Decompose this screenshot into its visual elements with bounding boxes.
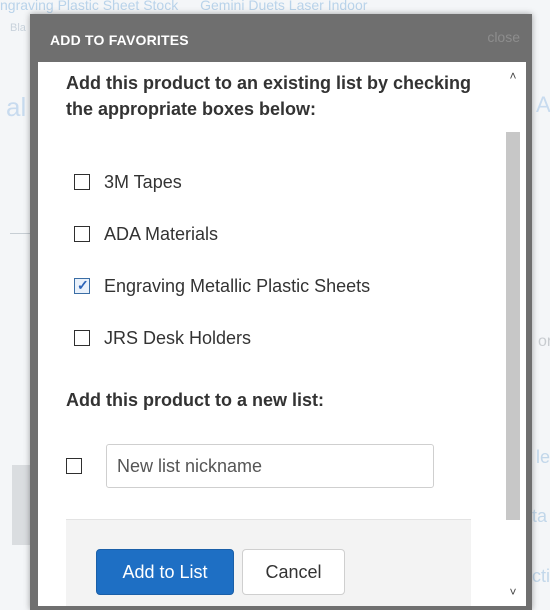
dialog-title: ADD TO FAVORITES: [50, 32, 189, 48]
background-breadcrumb-item[interactable]: ngraving Plastic Sheet Stock: [0, 0, 178, 13]
background-text-fragment: or: [538, 333, 550, 350]
list-checkbox[interactable]: [74, 226, 90, 242]
dialog-footer: Add to List Cancel: [66, 519, 471, 606]
add-to-list-button[interactable]: Add to List: [96, 549, 234, 595]
intro-text: Add this product to an existing list by …: [66, 73, 472, 119]
new-list-row: [66, 444, 434, 488]
list-checkbox-checked[interactable]: ✓: [74, 277, 90, 294]
background-breadcrumb-item[interactable]: Gemini Duets Laser Indoor: [200, 0, 367, 13]
list-item-3m-tapes[interactable]: 3M Tapes: [74, 170, 182, 194]
dialog-content[interactable]: Add this product to an existing list by …: [38, 62, 526, 606]
list-checkbox[interactable]: [74, 330, 90, 346]
close-button[interactable]: close: [487, 29, 520, 45]
add-to-favorites-dialog: ADD TO FAVORITES close Add this product …: [30, 14, 532, 610]
new-list-heading: Add this product to a new list:: [66, 390, 324, 410]
chevron-down-icon[interactable]: ˅: [506, 584, 520, 600]
cancel-button[interactable]: Cancel: [242, 549, 345, 595]
scrollbar[interactable]: ˄ ˅: [502, 64, 524, 604]
background-link-fragment: ta: [532, 506, 548, 526]
list-label[interactable]: Engraving Metallic Plastic Sheets: [104, 276, 370, 297]
list-checkbox[interactable]: [74, 174, 90, 190]
list-label[interactable]: JRS Desk Holders: [104, 328, 251, 349]
list-label[interactable]: ADA Materials: [104, 224, 218, 245]
list-item-jrs-desk-holders[interactable]: JRS Desk Holders: [74, 326, 251, 350]
list-label[interactable]: 3M Tapes: [104, 172, 182, 193]
checkmark-icon: ✓: [77, 277, 89, 293]
new-list-checkbox[interactable]: [66, 458, 82, 474]
background-heading-fragment: A: [536, 92, 550, 117]
chevron-up-icon[interactable]: ˄: [506, 68, 520, 84]
background-breadcrumb: ngraving Plastic Sheet Stock Gemini Duet…: [0, 0, 550, 14]
scrollbar-thumb[interactable]: [506, 132, 520, 520]
list-item-engraving-metallic-plastic-sheets[interactable]: ✓ Engraving Metallic Plastic Sheets: [74, 274, 370, 298]
new-list-nickname-input[interactable]: [106, 444, 434, 488]
dialog-header: ADD TO FAVORITES close: [30, 14, 532, 62]
background-sub-text: Bla: [10, 22, 26, 34]
list-item-ada-materials[interactable]: ADA Materials: [74, 222, 218, 246]
background-link-fragment: le: [536, 447, 550, 467]
background-link-fragment: cti: [532, 566, 550, 586]
background-heading-fragment: al: [6, 92, 27, 122]
